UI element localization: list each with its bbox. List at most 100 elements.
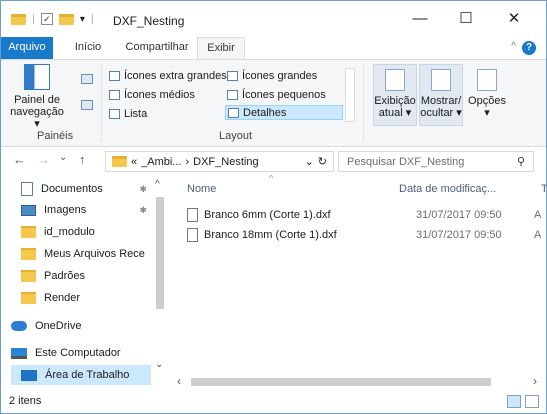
maximize-button[interactable]: ☐ (449, 7, 483, 31)
scroll-up-arrow[interactable]: ^ (155, 179, 160, 190)
up-button[interactable]: ↑ (79, 152, 86, 167)
current-view-button[interactable]: Exibição atual ▾ (373, 64, 417, 126)
layout-large-icons[interactable]: Ícones grandes (227, 68, 317, 83)
desktop-icon (21, 369, 37, 381)
nav-item-imagens[interactable]: Imagens ✱ (21, 200, 163, 220)
navigation-pane-icon (24, 64, 50, 90)
scroll-right-arrow[interactable]: › (533, 374, 537, 388)
tab-arquivo[interactable]: Arquivo (1, 37, 53, 59)
column-header-type[interactable]: T (541, 179, 546, 199)
separator: | (32, 13, 35, 25)
pictures-icon (21, 204, 36, 216)
close-button[interactable]: ✕ (497, 7, 531, 31)
layout-item-label: Ícones extra grandes (124, 69, 227, 82)
back-button[interactable]: ← (13, 152, 26, 167)
scroll-down-arrow[interactable]: ⌄ (155, 359, 163, 370)
document-icon (21, 182, 33, 196)
layout-gallery-scroll[interactable] (345, 68, 355, 122)
pin-icon: ✱ (139, 183, 147, 194)
forward-button[interactable]: → (37, 152, 50, 167)
folder-icon (21, 292, 36, 304)
breadcrumb-dxf-nesting[interactable]: DXF_Nesting (193, 156, 258, 168)
nav-item-label: id_modulo (44, 226, 95, 238)
layout-medium-icons[interactable]: Ícones médios (109, 87, 195, 102)
search-placeholder: Pesquisar DXF_Nesting (347, 155, 465, 168)
quick-access-toolbar: | ✓ ▾ | (11, 13, 94, 25)
current-view-icon (385, 69, 405, 91)
show-hide-button[interactable]: Mostrar/ ocultar ▾ (419, 64, 463, 126)
navigation-pane: Documentos ✱ Imagens ✱ id_modulo Meus Ar… (1, 175, 167, 391)
title-bar: | ✓ ▾ | DXF_Nesting — ☐ ✕ (1, 1, 546, 37)
layout-item-label: Detalhes (243, 106, 287, 119)
navigation-pane-button[interactable]: Painel de navegação ▾ (9, 64, 65, 130)
nav-item-label: Área de Trabalho (45, 369, 130, 381)
layout-item-label: Ícones pequenos (242, 88, 326, 101)
nav-item-area-de-trabalho[interactable]: Área de Trabalho (11, 365, 151, 385)
scrollbar-thumb[interactable] (156, 197, 164, 309)
nav-item-padroes[interactable]: Padrões (21, 266, 163, 286)
file-list-hscrollbar[interactable]: ‹ › (171, 374, 546, 390)
collapse-ribbon-icon[interactable]: ^ (511, 41, 516, 52)
file-type: A (534, 229, 542, 241)
button-label: atual ▾ (378, 107, 412, 119)
file-row[interactable]: Branco 6mm (Corte 1).dxf 31/07/2017 09:5… (187, 205, 546, 225)
properties-check-icon[interactable]: ✓ (40, 13, 53, 25)
computer-icon (11, 347, 27, 359)
recent-locations-button[interactable]: ⌄ (59, 152, 67, 163)
layout-small-icons[interactable]: Ícones pequenos (227, 87, 326, 102)
column-header-modified[interactable]: Data de modificaç... (399, 179, 496, 199)
file-type: A (534, 209, 542, 221)
large-icons-view-icon[interactable] (525, 395, 539, 408)
nav-item-documentos[interactable]: Documentos ✱ (21, 179, 163, 199)
folder-icon (21, 248, 36, 260)
breadcrumb-overflow[interactable]: « (131, 156, 137, 168)
search-icon: ⚲ (516, 156, 525, 168)
explorer-window: | ✓ ▾ | DXF_Nesting — ☐ ✕ Arquivo Início… (0, 0, 547, 414)
new-folder-icon[interactable] (58, 13, 74, 25)
large-icons-icon (227, 70, 238, 81)
button-label: ocultar ▾ (420, 107, 462, 119)
layout-extra-large-icons[interactable]: Ícones extra grandes (109, 68, 227, 83)
address-bar[interactable]: « _Ambi... › DXF_Nesting ⌄ ↻ (105, 151, 334, 172)
nav-item-render[interactable]: Render (21, 288, 163, 308)
nav-item-id-modulo[interactable]: id_modulo (21, 222, 163, 242)
onedrive-icon (11, 321, 27, 331)
column-header-name[interactable]: Nome (187, 179, 216, 199)
tab-exibir[interactable]: Exibir (197, 37, 245, 59)
layout-list[interactable]: Lista (109, 106, 147, 121)
nav-item-meus-arquivos[interactable]: Meus Arquivos Rece (21, 244, 163, 264)
sort-indicator-icon: ^ (269, 173, 274, 183)
search-input[interactable]: Pesquisar DXF_Nesting ⚲ (338, 151, 534, 172)
small-icons-icon (227, 89, 238, 100)
preview-pane-icon[interactable] (81, 74, 93, 84)
breadcrumb-separator[interactable]: › (185, 156, 189, 168)
scroll-left-arrow[interactable]: ‹ (177, 374, 181, 388)
options-button[interactable]: Opções ▾ (467, 64, 507, 126)
breadcrumb-ambi[interactable]: _Ambi... (141, 156, 181, 168)
nav-item-label: Meus Arquivos Rece (44, 248, 145, 260)
minimize-button[interactable]: — (403, 7, 437, 31)
refresh-icon[interactable]: ↻ (318, 155, 327, 168)
medium-icons-icon (109, 89, 120, 100)
layout-details[interactable]: Detalhes (225, 105, 343, 120)
nav-item-onedrive[interactable]: OneDrive (11, 316, 153, 336)
nav-pane-scrollbar[interactable]: ^ ⌄ (153, 179, 166, 373)
layout-item-label: Lista (124, 107, 148, 120)
nav-item-este-computador[interactable]: Este Computador (11, 343, 153, 363)
nav-pane-label-1: Painel de (14, 94, 60, 106)
details-pane-icon[interactable] (81, 100, 93, 110)
button-label: Mostrar/ (420, 95, 462, 107)
details-view-icon[interactable] (507, 395, 521, 408)
tab-compartilhar[interactable]: Compartilhar (117, 37, 197, 59)
folder-icon (21, 270, 36, 282)
customize-dropdown[interactable]: ▾ (80, 14, 85, 25)
file-row[interactable]: Branco 18mm (Corte 1).dxf 31/07/2017 09:… (187, 225, 546, 245)
folder-icon (21, 226, 36, 238)
scrollbar-thumb[interactable] (191, 378, 491, 386)
status-bar: 2 itens (1, 391, 546, 413)
folder-icon (112, 156, 127, 167)
address-dropdown[interactable]: ⌄ (305, 155, 314, 168)
tab-inicio[interactable]: Início (63, 37, 113, 59)
help-icon[interactable]: ? (522, 41, 536, 55)
window-title: DXF_Nesting (113, 14, 185, 28)
